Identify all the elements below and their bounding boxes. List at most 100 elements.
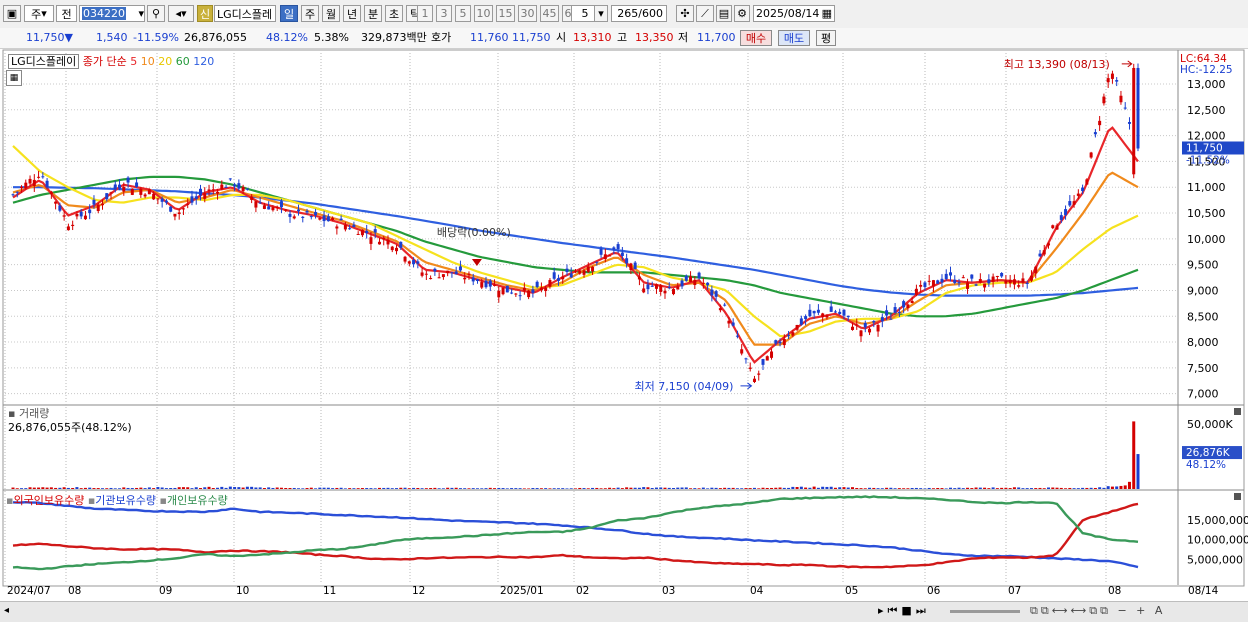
search-icon[interactable]: ⚲ <box>147 5 165 22</box>
volume-bar <box>20 488 24 489</box>
zoom-slider[interactable] <box>950 610 1020 613</box>
volume-bar <box>808 487 812 489</box>
amount-value: 329,873백만 <box>361 31 427 44</box>
jeon-button[interactable]: 전 <box>56 5 77 22</box>
count-field[interactable]: 265/600 <box>611 5 667 22</box>
interval-45[interactable]: 45 <box>540 5 559 22</box>
candle-body <box>574 271 577 273</box>
tool-icons[interactable]: ⧉⧉⟷⟷⧉⧉ − + A <box>1030 604 1165 618</box>
volume-bar <box>914 487 918 489</box>
candle-body <box>855 324 859 326</box>
date-field[interactable]: 2025/08/14 ▦ <box>753 5 835 22</box>
volume-bar <box>931 488 935 489</box>
candle-body <box>906 304 910 309</box>
interval-15[interactable]: 15 <box>496 5 515 22</box>
interval-3[interactable]: 3 <box>436 5 452 22</box>
chart-scrollbar[interactable]: ◂ ▸⏮■⏭ ⧉⧉⟷⟷⧉⧉ − + A <box>0 601 1248 622</box>
volume-bar <box>437 488 441 489</box>
stock-chart[interactable]: 26,876K48.12% 13,00012,50012,00011,50011… <box>0 49 1248 601</box>
volume-bar <box>501 488 505 489</box>
candle-body <box>433 268 437 272</box>
new-label: 신 <box>199 7 211 21</box>
volume-bar <box>377 487 381 489</box>
volume-bar <box>1047 487 1051 489</box>
stock-name-value: LG디스플레 <box>217 7 273 21</box>
volume-bar <box>1064 488 1068 489</box>
tab-5[interactable]: 초 <box>385 5 403 22</box>
playback-controls[interactable]: ▸⏮■⏭ <box>878 604 930 618</box>
volume-bar <box>578 487 582 489</box>
candle-body <box>949 272 952 276</box>
volume-bar <box>782 487 786 489</box>
candle-body <box>1081 187 1085 192</box>
window-menu-icon[interactable]: ▣ <box>3 5 21 22</box>
tab-1[interactable]: 주 <box>301 5 319 22</box>
volume-bar <box>1081 487 1085 489</box>
interval-30[interactable]: 30 <box>518 5 537 22</box>
price-axis-tick: 8,500 <box>1187 310 1219 323</box>
date-axis-tick: 03 <box>662 585 675 597</box>
save-icon[interactable]: ▤ <box>716 5 732 22</box>
candle-body <box>79 211 83 217</box>
volume-bar <box>395 488 399 489</box>
crosshair-icon[interactable]: ✣ <box>676 5 694 22</box>
interval-10[interactable]: 10 <box>474 5 493 22</box>
candle-body <box>914 288 918 295</box>
date-axis-tick: 06 <box>927 585 941 597</box>
volume-bar <box>983 487 987 489</box>
candle-body <box>650 285 654 287</box>
tab-2[interactable]: 월 <box>322 5 340 22</box>
scroll-left-icon[interactable]: ◂ <box>4 605 9 616</box>
stock-code-input[interactable]: 034220 ▾ <box>79 5 145 22</box>
new-badge[interactable]: 신 <box>197 5 213 22</box>
tab-3[interactable]: 년 <box>343 5 361 22</box>
volume-bar <box>646 487 650 489</box>
candle-body <box>173 213 177 217</box>
grid-toggle-icon[interactable]: ▦ <box>6 70 22 86</box>
candle-body <box>816 309 820 313</box>
candle-body <box>45 180 49 188</box>
candle-body <box>897 311 901 314</box>
volume-bar <box>318 487 322 489</box>
candle-body <box>744 358 748 360</box>
candle-body <box>893 307 897 313</box>
volume-bar <box>284 487 288 489</box>
candle-body <box>663 290 667 294</box>
interval-1[interactable]: 1 <box>417 5 433 22</box>
candle-body <box>765 356 769 361</box>
stock-legend-name[interactable]: LG디스플레이 <box>8 54 80 69</box>
volume-bar <box>880 488 884 489</box>
candle-body <box>876 324 880 332</box>
candle-body <box>859 330 863 337</box>
candle-body <box>177 212 181 215</box>
hc-label: HC:-12.25 <box>1180 64 1233 76</box>
candle-body <box>297 209 301 212</box>
volume-bar <box>795 487 799 489</box>
stock-name-field[interactable]: LG디스플레 <box>214 5 276 22</box>
volume-bar <box>748 488 752 489</box>
candle-body <box>241 186 245 192</box>
tab-4[interactable]: 분 <box>364 5 382 22</box>
candle-body <box>75 214 79 217</box>
volume-bar <box>348 488 352 489</box>
volume-bar <box>386 487 390 489</box>
volume-bar <box>275 487 279 489</box>
sound-icon[interactable]: ◂▾ <box>168 5 194 22</box>
candle-body <box>1093 132 1097 135</box>
candle-body <box>237 183 241 189</box>
gear-icon[interactable]: ⚙ <box>734 5 750 22</box>
sell-button[interactable]: 매도 <box>778 30 810 46</box>
candle-body <box>360 229 364 236</box>
chevron-down-icon[interactable]: ▾ <box>594 5 608 22</box>
candle-body <box>126 177 130 183</box>
tab-0[interactable]: 일 <box>280 5 298 22</box>
volume-bar <box>1076 488 1080 489</box>
interval-5[interactable]: 5 <box>455 5 471 22</box>
draw-line-icon[interactable]: ⟋ <box>696 5 714 22</box>
candle-body <box>118 184 122 189</box>
eval-button[interactable]: 평 <box>816 30 836 46</box>
buy-button[interactable]: 매수 <box>740 30 772 46</box>
period-select[interactable]: 주 ▾ <box>24 5 54 22</box>
candle-body <box>130 188 134 195</box>
candle-body <box>169 206 173 212</box>
